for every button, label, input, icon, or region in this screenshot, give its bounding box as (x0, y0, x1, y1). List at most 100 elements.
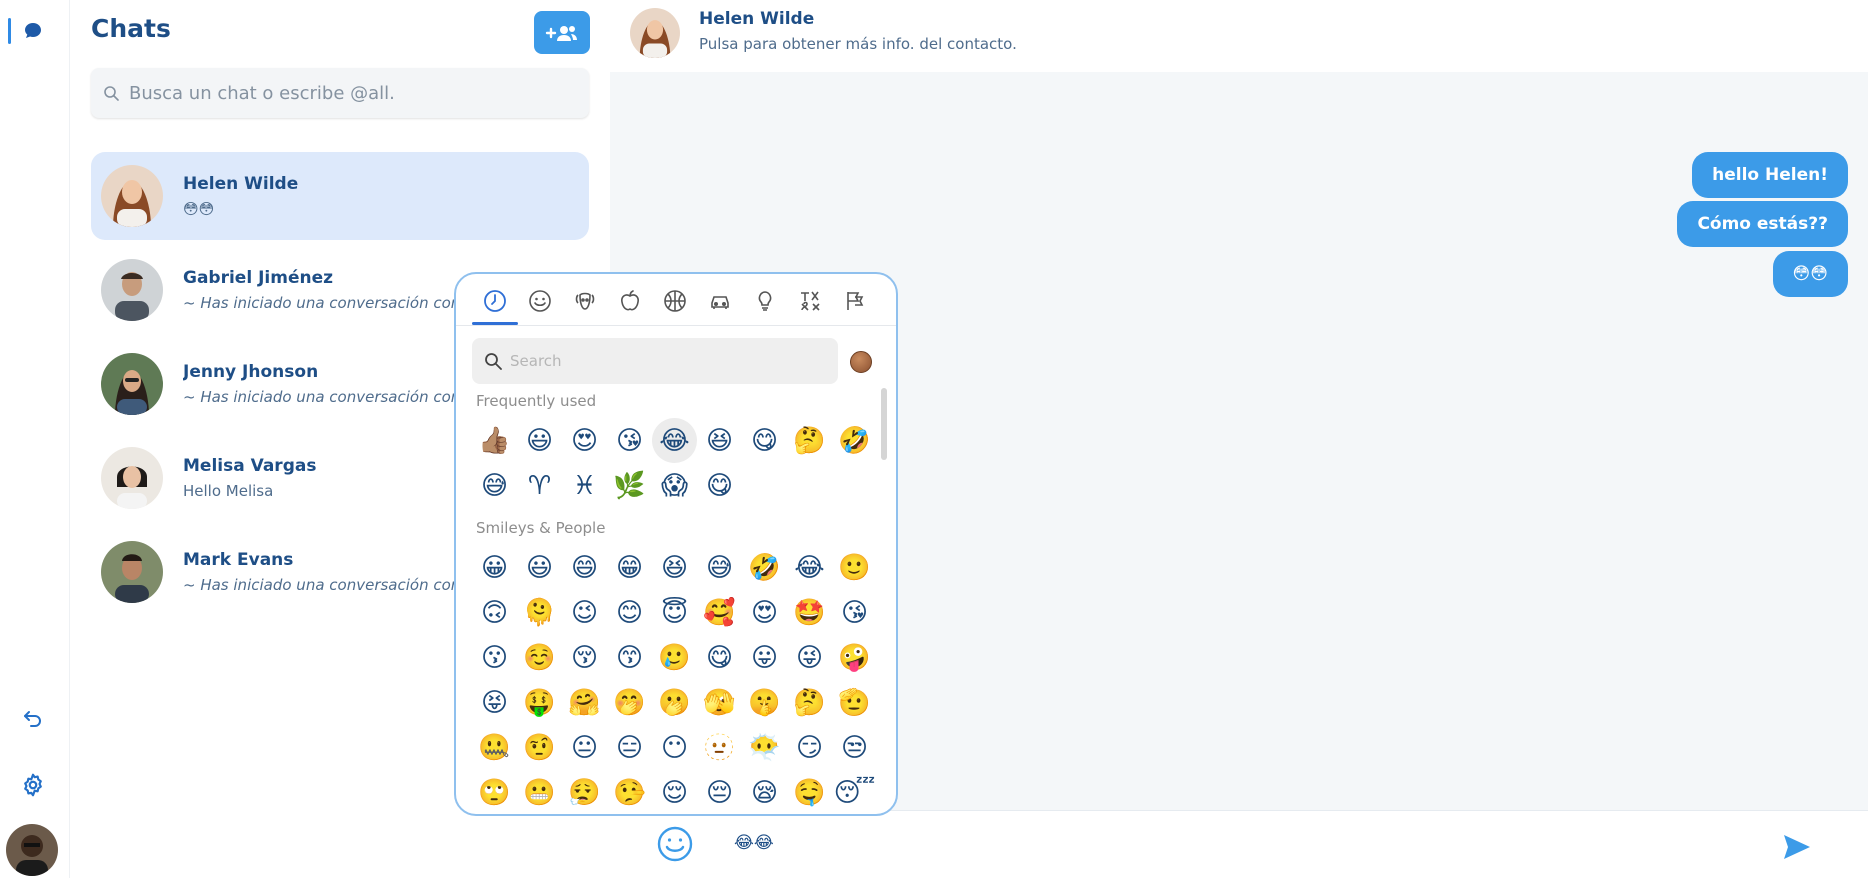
message-input[interactable]: 😂😂 (734, 833, 774, 853)
emoji-button[interactable]: ♈ (517, 463, 562, 508)
new-chat-button[interactable] (534, 11, 590, 54)
conversation-header[interactable]: Helen Wilde Pulsa para obtener más info.… (610, 0, 1868, 72)
emoji-button[interactable]: 🤑 (517, 680, 562, 725)
emoji-button[interactable]: 😐 (562, 725, 607, 770)
emoji-button[interactable]: 😂 (787, 545, 832, 590)
emoji-button[interactable]: 😏 (787, 725, 832, 770)
emoji-button[interactable]: 😇 (652, 590, 697, 635)
emoji-button[interactable]: 😊 (607, 590, 652, 635)
emoji-button[interactable]: 🌿 (607, 463, 652, 508)
emoji-button[interactable]: 🥲 (652, 635, 697, 680)
chat-preview: ~ Has iniciado una conversación con (183, 576, 461, 594)
emoji-button[interactable]: 😙 (607, 635, 652, 680)
activity-icon[interactable] (658, 284, 692, 318)
emoji-button[interactable]: 😪 (742, 770, 787, 814)
emoji-button[interactable]: 😃 (517, 545, 562, 590)
emoji-button[interactable]: 🤥 (607, 770, 652, 814)
nav-rail (0, 0, 70, 878)
emoji-button[interactable]: 😁 (607, 545, 652, 590)
emoji-button[interactable]: 🤣 (742, 545, 787, 590)
flags-icon[interactable] (838, 284, 872, 318)
emoji-button[interactable]: 😀 (472, 545, 517, 590)
emoji-button[interactable]: ☺️ (517, 635, 562, 680)
search-placeholder: Busca un chat o escribe @all. (129, 82, 395, 104)
travel-icon[interactable] (703, 284, 737, 318)
emoji-button[interactable]: 🫠 (517, 590, 562, 635)
animal-icon[interactable] (568, 284, 602, 318)
back-icon[interactable] (18, 704, 48, 734)
emoji-button[interactable]: 😅 (472, 463, 517, 508)
emoji-button[interactable]: 😑 (607, 725, 652, 770)
emoji-button[interactable]: 😄 (562, 545, 607, 590)
emoji-button[interactable]: 🫢 (652, 680, 697, 725)
emoji-button[interactable]: ♓ (562, 463, 607, 508)
emoji-button[interactable]: 🤩 (787, 590, 832, 635)
emoji-button[interactable]: 😍 (562, 418, 607, 463)
emoji-button[interactable]: 😚 (562, 635, 607, 680)
objects-icon[interactable] (748, 284, 782, 318)
emoji-button[interactable]: 😱 (652, 463, 697, 508)
emoji-button[interactable]: 😴 (832, 770, 877, 814)
emoji-button[interactable]: 🤔 (787, 418, 832, 463)
emoji-button[interactable]: 🤭 (607, 680, 652, 725)
emoji-button[interactable]: 😝 (472, 680, 517, 725)
emoji-button[interactable]: 😉 (562, 590, 607, 635)
chat-item-helen-wilde[interactable]: Helen Wilde 😳😳 (91, 152, 589, 240)
emoji-button[interactable]: 🫡 (832, 680, 877, 725)
emoji-button[interactable]: 😂 (652, 418, 697, 463)
emoji-button[interactable]: 🤤 (787, 770, 832, 814)
chat-preview: ~ Has iniciado una conversación con (183, 388, 461, 406)
emoji-button[interactable]: 🫣 (697, 680, 742, 725)
emoji-button[interactable]: 🙃 (472, 590, 517, 635)
emoji-button[interactable]: 😋 (697, 463, 742, 508)
chat-search-input[interactable]: Busca un chat o escribe @all. (91, 68, 589, 118)
emoji-button[interactable]: 🤐 (472, 725, 517, 770)
emoji-button[interactable]: 🫥 (697, 725, 742, 770)
emoji-button[interactable]: 😅 (697, 545, 742, 590)
chat-name: Helen Wilde (183, 174, 299, 194)
emoji-button[interactable]: 😬 (517, 770, 562, 814)
emoji-search-input[interactable]: Search (472, 338, 838, 384)
emoji-button[interactable]: 😍 (742, 590, 787, 635)
skin-tone-selector[interactable] (850, 351, 872, 373)
user-avatar[interactable] (6, 824, 58, 876)
emoji-button[interactable]: 😶‍🌫️ (742, 725, 787, 770)
recent-icon[interactable] (478, 284, 512, 318)
emoji-button[interactable]: 🙄 (472, 770, 517, 814)
scrollbar[interactable] (881, 388, 887, 460)
emoji-button[interactable]: 🤗 (562, 680, 607, 725)
emoji-button[interactable]: 🥰 (697, 590, 742, 635)
send-icon[interactable] (1780, 831, 1812, 863)
emoji-button[interactable]: 😘 (607, 418, 652, 463)
emoji-toggle-icon[interactable] (656, 825, 694, 863)
emoji-button[interactable]: 🤫 (742, 680, 787, 725)
emoji-category-tabs (456, 274, 896, 326)
emoji-button[interactable]: 😮‍💨 (562, 770, 607, 814)
emoji-button[interactable]: 😔 (697, 770, 742, 814)
emoji-button[interactable]: 😶 (652, 725, 697, 770)
emoji-button[interactable]: 🤣 (832, 418, 877, 463)
chats-nav-icon[interactable] (20, 18, 46, 44)
symbols-icon[interactable] (793, 284, 827, 318)
emoji-button[interactable]: 😌 (652, 770, 697, 814)
emoji-button[interactable]: 🤪 (832, 635, 877, 680)
chat-preview: ~ Has iniciado una conversación con (183, 294, 461, 312)
smiley-icon[interactable] (523, 284, 557, 318)
page-title: Chats (91, 14, 171, 43)
emoji-button[interactable]: 😘 (832, 590, 877, 635)
food-icon[interactable] (613, 284, 647, 318)
emoji-button[interactable]: 😜 (787, 635, 832, 680)
emoji-button[interactable]: 😋 (742, 418, 787, 463)
emoji-button[interactable]: 🤔 (787, 680, 832, 725)
emoji-button[interactable]: 😛 (742, 635, 787, 680)
emoji-button[interactable]: 😗 (472, 635, 517, 680)
emoji-button[interactable]: 😆 (652, 545, 697, 590)
settings-gear-icon[interactable] (18, 770, 48, 800)
emoji-button[interactable]: 🤨 (517, 725, 562, 770)
emoji-button[interactable]: 😒 (832, 725, 877, 770)
emoji-button[interactable]: 😃 (517, 418, 562, 463)
emoji-button[interactable]: 🙂 (832, 545, 877, 590)
emoji-button[interactable]: 😋 (697, 635, 742, 680)
emoji-button[interactable]: 😆 (697, 418, 742, 463)
emoji-button[interactable]: 👍🏽 (472, 418, 517, 463)
